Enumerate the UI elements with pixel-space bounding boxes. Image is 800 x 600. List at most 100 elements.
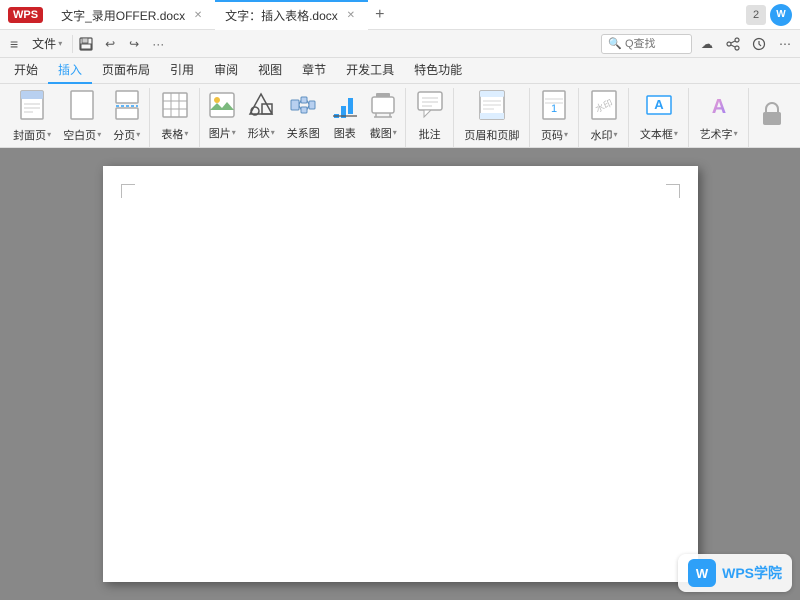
chart-icon xyxy=(332,92,358,122)
wordart-group-items: A 艺术字 ▾ xyxy=(695,88,743,147)
page-corner-top-left xyxy=(121,184,135,198)
separator-1 xyxy=(72,35,73,53)
save-button[interactable] xyxy=(75,33,97,55)
wordart-label: 艺术字 ▾ xyxy=(700,126,738,142)
picture-label: 图片 ▾ xyxy=(209,125,236,141)
ribbon-tab-view[interactable]: 视图 xyxy=(248,58,292,84)
lock-icon xyxy=(761,101,783,131)
ribbon-content: 封面页 ▾ 空白页 ▾ xyxy=(0,84,800,147)
tab-offer-close[interactable]: ✕ xyxy=(191,9,205,23)
page-break-icon xyxy=(114,90,140,124)
menu-bar: ≡ 文件 ▾ ↩ ↪ ··· 🔍 ☁ ⋯ xyxy=(0,30,800,58)
tab-table-close[interactable]: ✕ xyxy=(344,9,358,23)
app-window: WPS 文字_录用OFFER.docx ✕ 文字：插入表格.docx ✕ + 2… xyxy=(0,0,800,600)
shape-button[interactable]: 形状 ▾ xyxy=(243,88,280,144)
tab-table-label: 文字：插入表格.docx xyxy=(225,7,338,24)
ribbon-tab-chapter[interactable]: 章节 xyxy=(292,58,336,84)
headerfooter-icon xyxy=(478,90,506,124)
ribbon-group-textbox: A 文本框 ▾ xyxy=(629,88,689,147)
textbox-group-items: A 文本框 ▾ xyxy=(635,88,683,147)
ribbon-group-wordart: A 艺术字 ▾ xyxy=(689,88,749,147)
document-area: W WPS学院 xyxy=(0,148,800,600)
tab-count-badge: 2 xyxy=(746,5,766,25)
smartart-icon xyxy=(290,92,316,122)
page-break-button[interactable]: 分页 ▾ xyxy=(108,88,145,144)
wordart-icon: A xyxy=(705,91,733,123)
headerfooter-button[interactable]: 页眉和页脚 xyxy=(459,88,524,144)
cloud-sync-button[interactable]: ☁ xyxy=(696,33,718,55)
ribbon-tab-insert[interactable]: 插入 xyxy=(48,58,92,84)
page-break-label: 分页 ▾ xyxy=(113,127,140,143)
textbox-button[interactable]: A 文本框 ▾ xyxy=(635,88,683,144)
more-quick-button[interactable]: ··· xyxy=(147,33,169,55)
table-group-items: 表格 ▾ xyxy=(156,88,194,147)
wps-academy-badge[interactable]: W WPS学院 xyxy=(678,554,792,592)
svg-text:A: A xyxy=(654,97,664,112)
search-box[interactable]: 🔍 xyxy=(601,34,692,54)
ribbon-tab-layout[interactable]: 页面布局 xyxy=(92,58,160,84)
wps-academy-logo: W xyxy=(688,559,716,587)
chart-button[interactable]: 图表 xyxy=(327,88,363,144)
ribbon-group-watermark: 水印 水印 ▾ xyxy=(579,88,629,147)
quick-access-toolbar: ↩ ↪ ··· xyxy=(75,33,169,55)
ribbon-tab-devtools[interactable]: 开发工具 xyxy=(336,58,404,84)
search-input[interactable] xyxy=(625,38,685,50)
menu-file[interactable]: 文件 ▾ xyxy=(24,33,70,54)
picture-button[interactable]: 图片 ▾ xyxy=(204,88,241,144)
ribbon-tab-special[interactable]: 特色功能 xyxy=(404,58,472,84)
textbox-icon: A xyxy=(645,91,673,123)
file-caret: ▾ xyxy=(58,39,62,48)
comment-button[interactable]: 批注 xyxy=(412,88,448,144)
blank-page-button[interactable]: 空白页 ▾ xyxy=(58,88,106,144)
watermark-button[interactable]: 水印 水印 ▾ xyxy=(585,88,623,144)
hamburger-icon[interactable]: ≡ xyxy=(4,36,24,52)
ribbon-group-comment: 批注 xyxy=(406,88,454,147)
history-button[interactable] xyxy=(748,33,770,55)
ribbon-tab-home[interactable]: 开始 xyxy=(4,58,48,84)
ribbon: 开始 插入 页面布局 引用 审阅 视图 章节 开发工具 特色功能 xyxy=(0,58,800,148)
ribbon-tab-reference[interactable]: 引用 xyxy=(160,58,204,84)
comment-icon xyxy=(417,91,443,123)
screenshot-icon xyxy=(370,92,396,122)
cover-page-button[interactable]: 封面页 ▾ xyxy=(8,88,56,144)
ribbon-group-headerfooter: 页眉和页脚 xyxy=(454,88,530,147)
ribbon-group-pagenumber: 1 页码 ▾ xyxy=(530,88,579,147)
user-avatar[interactable]: W xyxy=(770,4,792,26)
table-button[interactable]: 表格 ▾ xyxy=(156,88,194,144)
ribbon-group-table: 表格 ▾ xyxy=(150,88,200,147)
pagenumber-button[interactable]: 1 页码 ▾ xyxy=(536,88,573,144)
lock-button[interactable] xyxy=(754,88,790,144)
redo-button[interactable]: ↪ xyxy=(123,33,145,55)
tab-add-button[interactable]: + xyxy=(368,3,392,27)
wps-logo: WPS xyxy=(8,7,43,23)
headerfooter-group-items: 页眉和页脚 xyxy=(459,88,524,147)
table-label: 表格 ▾ xyxy=(161,126,188,142)
blank-page-label: 空白页 ▾ xyxy=(63,127,101,143)
smartart-label: 关系图 xyxy=(287,125,320,141)
share-button[interactable] xyxy=(722,33,744,55)
cover-page-label: 封面页 ▾ xyxy=(13,127,51,143)
more-options-button[interactable]: ⋯ xyxy=(774,33,796,55)
illustrations-group-items: 图片 ▾ 形状 ▾ xyxy=(204,88,402,147)
title-bar-right: 2 W xyxy=(746,4,792,26)
picture-icon xyxy=(209,92,235,122)
shape-icon xyxy=(248,92,274,122)
smartart-button[interactable]: 关系图 xyxy=(282,88,325,144)
wps-academy-label: WPS学院 xyxy=(722,563,782,583)
title-bar: WPS 文字_录用OFFER.docx ✕ 文字：插入表格.docx ✕ + 2… xyxy=(0,0,800,30)
wordart-button[interactable]: A 艺术字 ▾ xyxy=(695,88,743,144)
ribbon-group-lock xyxy=(749,88,796,147)
tab-table[interactable]: 文字：插入表格.docx ✕ xyxy=(215,0,368,30)
ribbon-tab-review[interactable]: 审阅 xyxy=(204,58,248,84)
ribbon-group-pages: 封面页 ▾ 空白页 ▾ xyxy=(4,88,150,147)
undo-button[interactable]: ↩ xyxy=(99,33,121,55)
svg-text:A: A xyxy=(711,96,725,118)
ribbon-group-illustrations: 图片 ▾ 形状 ▾ xyxy=(200,88,406,147)
tab-offer[interactable]: 文字_录用OFFER.docx ✕ xyxy=(51,0,215,30)
screenshot-button[interactable]: 截图 ▾ xyxy=(365,88,402,144)
search-icon: 🔍 xyxy=(608,37,622,50)
pagenumber-label: 页码 ▾ xyxy=(541,127,568,143)
lock-group-items xyxy=(754,88,790,147)
watermark-label: 水印 ▾ xyxy=(590,127,617,143)
pagenumber-group-items: 1 页码 ▾ xyxy=(536,88,573,147)
